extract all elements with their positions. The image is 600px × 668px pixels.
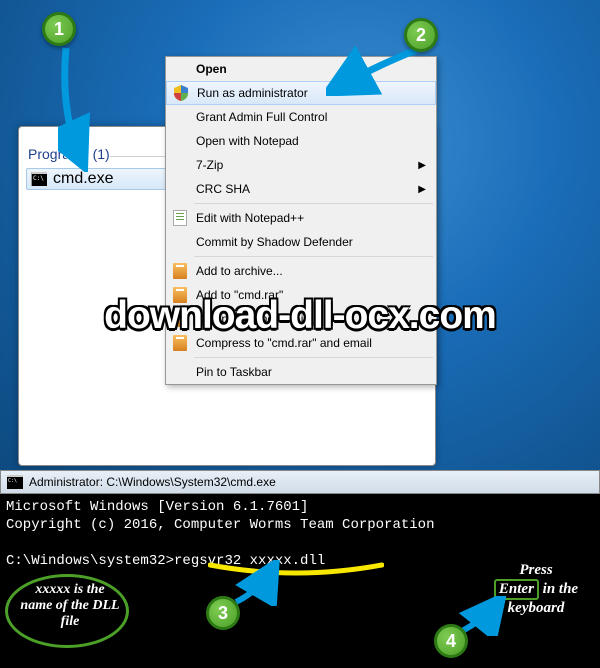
- cmd-titlebar[interactable]: Administrator: C:\Windows\System32\cmd.e…: [0, 470, 600, 494]
- menu-separator: [194, 256, 433, 257]
- menu-label: Commit by Shadow Defender: [196, 235, 353, 249]
- cmd-line: Microsoft Windows [Version 6.1.7601]: [6, 499, 308, 515]
- archive-icon: [171, 262, 189, 280]
- cmd-title: Administrator: C:\Windows\System32\cmd.e…: [29, 475, 276, 489]
- arrow-icon: [326, 46, 422, 96]
- cmd-prompt: C:\Windows\system32>: [6, 553, 174, 569]
- menu-crc-sha[interactable]: CRC SHA ▶: [166, 177, 436, 201]
- step-badge-4: 4: [434, 624, 468, 658]
- notepad-icon: [171, 209, 189, 227]
- arrow-icon: [58, 44, 108, 172]
- menu-label: 7-Zip: [196, 158, 223, 172]
- menu-label: Open: [196, 62, 227, 76]
- note-dll-text: xxxxx is the name of the DLL file: [20, 582, 120, 630]
- menu-label: Compress to "cmd.rar" and email: [196, 336, 372, 350]
- cmd-icon: [31, 172, 47, 186]
- menu-edit-notepadpp[interactable]: Edit with Notepad++: [166, 206, 436, 230]
- cmd-line: Copyright (c) 2016, Computer Worms Team …: [6, 517, 434, 533]
- shield-icon: [172, 84, 190, 102]
- step-badge-2: 2: [404, 18, 438, 52]
- menu-label: Run as administrator: [197, 86, 308, 100]
- menu-add-archive[interactable]: Add to archive...: [166, 259, 436, 283]
- menu-open-notepad[interactable]: Open with Notepad: [166, 129, 436, 153]
- menu-pin-taskbar[interactable]: Pin to Taskbar: [166, 360, 436, 384]
- step-badge-1: 1: [42, 12, 76, 46]
- menu-label: Pin to Taskbar: [196, 365, 272, 379]
- menu-separator: [194, 357, 433, 358]
- menu-grant-admin[interactable]: Grant Admin Full Control: [166, 105, 436, 129]
- chevron-right-icon: ▶: [418, 184, 426, 195]
- arrow-icon: [230, 560, 280, 606]
- chevron-right-icon: ▶: [418, 160, 426, 171]
- menu-label: Edit with Notepad++: [196, 211, 304, 225]
- step-badge-3: 3: [206, 596, 240, 630]
- menu-7zip[interactable]: 7-Zip ▶: [166, 153, 436, 177]
- menu-label: Open with Notepad: [196, 134, 299, 148]
- cmd-icon: [7, 475, 23, 489]
- search-result-label: cmd.exe: [53, 170, 113, 188]
- watermark-text: download-dll-ocx.com: [0, 294, 600, 338]
- menu-label: CRC SHA: [196, 182, 250, 196]
- menu-label: Add to archive...: [196, 264, 283, 278]
- menu-shadow-defender[interactable]: Commit by Shadow Defender: [166, 230, 436, 254]
- menu-separator: [194, 203, 433, 204]
- menu-label: Grant Admin Full Control: [196, 110, 327, 124]
